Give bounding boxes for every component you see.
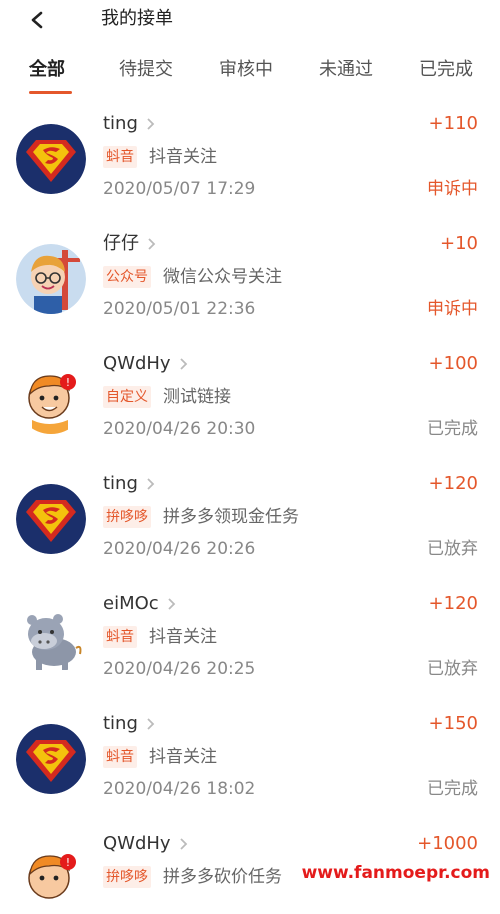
platform-badge: 公众号: [103, 266, 151, 288]
chevron-left-icon: [31, 11, 43, 29]
superman-avatar: [16, 484, 86, 554]
reward-amount: +120: [428, 473, 478, 494]
chevron-right-icon: [146, 117, 155, 131]
order-row[interactable]: ! QWdHy +100 自定义 测试链接 2020/04/26 20:30 已…: [0, 336, 500, 457]
app-header: 我的接单: [0, 0, 500, 40]
tab-completed[interactable]: 已完成: [419, 58, 473, 82]
tab-rejected[interactable]: 未通过: [319, 58, 373, 82]
platform-badge: 自定义: [103, 386, 151, 408]
task-description: 拼多多砍价任务: [163, 867, 282, 887]
reward-amount: +120: [428, 593, 478, 614]
task-description: 抖音关注: [149, 747, 217, 767]
order-row[interactable]: ting +150 蚪音 抖音关注 2020/04/26 18:02 已完成: [0, 696, 500, 817]
platform-badge: 蚪音: [103, 146, 137, 168]
order-time: 2020/04/26 20:25: [103, 659, 256, 679]
status-tabs: 全部 待提交 审核中 未通过 已完成: [0, 46, 500, 97]
platform-badge: 拚哆哆: [103, 506, 151, 528]
chevron-right-icon: [179, 357, 188, 371]
status-badge: 已完成: [427, 419, 478, 439]
task-description: 测试链接: [163, 387, 231, 407]
order-row[interactable]: ting +110 蚪音 抖音关注 2020/05/07 17:29 申诉中: [0, 96, 500, 217]
chevron-right-icon: [179, 837, 188, 851]
hippo-avatar: [16, 604, 86, 674]
status-badge: 申诉中: [427, 179, 478, 199]
order-time: 2020/05/01 22:36: [103, 299, 256, 319]
chevron-right-icon: [167, 597, 176, 611]
order-time: 2020/04/26 20:30: [103, 419, 256, 439]
cartoon-avatar: !: [16, 844, 86, 914]
status-badge: 已放弃: [427, 659, 478, 679]
user-name[interactable]: ting: [103, 711, 138, 737]
svg-text:!: !: [66, 376, 70, 389]
status-badge: 已放弃: [427, 539, 478, 559]
user-name[interactable]: QWdHy: [103, 351, 171, 377]
reward-amount: +150: [428, 713, 478, 734]
back-button[interactable]: [26, 9, 48, 31]
user-name[interactable]: ting: [103, 471, 138, 497]
superman-avatar: [16, 724, 86, 794]
reward-amount: +100: [428, 353, 478, 374]
user-name[interactable]: eiMOc: [103, 591, 159, 617]
user-name[interactable]: 仔仔: [103, 231, 139, 257]
task-description: 拼多多领现金任务: [163, 507, 299, 527]
status-badge: 已完成: [427, 779, 478, 799]
platform-badge: 蚪音: [103, 746, 137, 768]
order-time: 2020/05/07 17:29: [103, 179, 256, 199]
order-row[interactable]: ting +120 拚哆哆 拼多多领现金任务 2020/04/26 20:26 …: [0, 456, 500, 577]
user-name[interactable]: QWdHy: [103, 831, 171, 857]
platform-badge: 拚哆哆: [103, 866, 151, 888]
order-row[interactable]: 仔仔 +10 公众号 微信公众号关注 2020/05/01 22:36 申诉中: [0, 216, 500, 337]
chevron-right-icon: [146, 477, 155, 491]
task-description: 抖音关注: [149, 147, 217, 167]
tab-pending-submit[interactable]: 待提交: [119, 58, 173, 82]
cartoon-avatar: !: [16, 364, 86, 434]
tab-all[interactable]: 全部: [29, 58, 65, 82]
reward-amount: +1000: [417, 833, 478, 854]
svg-text:!: !: [66, 856, 70, 869]
superman-avatar: [16, 124, 86, 194]
order-time: 2020/04/26 20:26: [103, 539, 256, 559]
order-time: 2020/04/26 18:02: [103, 779, 256, 799]
task-description: 抖音关注: [149, 627, 217, 647]
chevron-right-icon: [146, 717, 155, 731]
status-badge: 申诉中: [427, 299, 478, 319]
active-tab-indicator: [29, 91, 72, 94]
user-name[interactable]: ting: [103, 111, 138, 137]
platform-badge: 蚪音: [103, 626, 137, 648]
page-title: 我的接单: [101, 8, 173, 29]
chevron-right-icon: [147, 237, 156, 251]
order-row[interactable]: eiMOc +120 蚪音 抖音关注 2020/04/26 20:25 已放弃: [0, 576, 500, 697]
boy-avatar: [16, 244, 86, 314]
reward-amount: +10: [440, 233, 478, 254]
reward-amount: +110: [428, 113, 478, 134]
tab-reviewing[interactable]: 审核中: [219, 58, 273, 82]
watermark: www.fanmoepr.com: [297, 862, 494, 884]
task-description: 微信公众号关注: [163, 267, 282, 287]
